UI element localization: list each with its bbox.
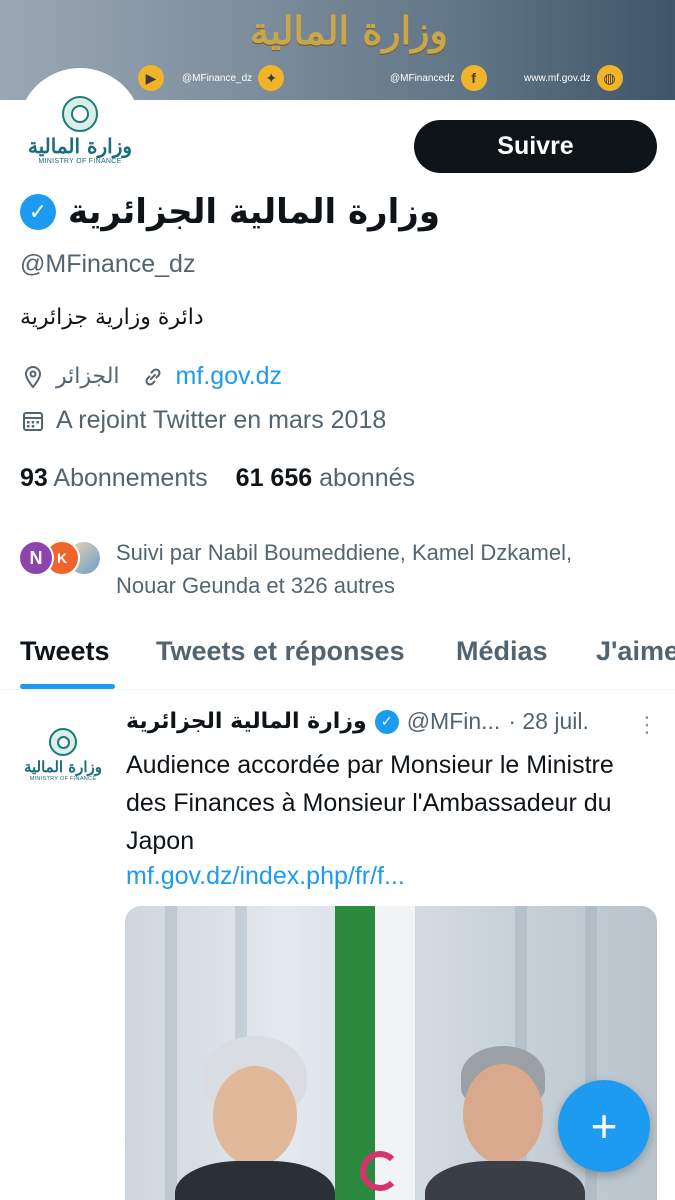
tab-tweets-replies[interactable]: Tweets et réponses <box>156 636 405 667</box>
profile-tabs: Tweets Tweets et réponses Médias J'aime <box>0 620 675 690</box>
followers-label: abonnés <box>319 464 416 492</box>
profile-location: الجزائر <box>56 364 120 389</box>
following-count: 93 <box>20 464 48 492</box>
tweet-logo-english-text: MINISTRY OF FINANCE <box>29 776 97 782</box>
tweet-author-handle[interactable]: @MFin... <box>407 708 501 735</box>
profile-display-name: وزارة المالية الجزائرية <box>68 192 440 232</box>
more-options-icon[interactable]: ⋮ <box>636 712 658 738</box>
tweet-author-avatar[interactable]: وزارة المالية MINISTRY OF FINANCE <box>20 712 106 798</box>
logo-arabic-text: وزارة المالية <box>27 133 133 158</box>
banner-facebook-text: @MFinancedz <box>390 72 455 84</box>
followed-by-avatars: K N <box>18 536 102 578</box>
active-tab-indicator <box>20 684 115 689</box>
profile-joined-date: A rejoint Twitter en mars 2018 <box>56 406 387 434</box>
globe-icon: ◍ <box>596 65 623 91</box>
followed-by-line-2: Nouar Geunda et 326 autres <box>116 573 395 598</box>
emblem-icon <box>62 95 98 132</box>
photo-person-suit <box>175 1161 335 1200</box>
tab-media[interactable]: Médias <box>456 636 548 667</box>
following-stat[interactable]: 93 Abonnements <box>20 464 208 493</box>
profile-name-row: ✓ وزارة المالية الجزائرية <box>20 192 440 232</box>
link-icon <box>140 364 166 390</box>
followed-by-text: Suivi par Nabil Boumeddiene, Kamel Dzkam… <box>116 536 656 602</box>
profile-website-link[interactable]: mf.gov.dz <box>176 362 283 391</box>
photo-curtain <box>165 906 177 1200</box>
tweet-date[interactable]: · 28 juil. <box>508 708 589 735</box>
follow-button[interactable]: Suivre <box>414 120 657 173</box>
tweet-link[interactable]: mf.gov.dz/index.php/fr/f... <box>126 862 405 891</box>
facebook-icon: f <box>460 65 487 91</box>
tweet-header: وزارة المالية الجزائرية ✓ @MFin... · 28 … <box>126 708 589 735</box>
profile-meta-joined: A rejoint Twitter en mars 2018 <box>20 406 386 435</box>
location-pin-icon <box>20 364 46 390</box>
profile-stats: 93 Abonnements 61 656 abonnés <box>20 464 415 493</box>
profile-avatar[interactable]: وزارة المالية MINISTRY OF FINANCE <box>18 68 142 192</box>
banner-website-text: www.mf.gov.dz <box>524 72 591 84</box>
followers-stat[interactable]: 61 656 abonnés <box>236 464 415 493</box>
logo-english-text: MINISTRY OF FINANCE <box>38 157 122 165</box>
banner-facebook: @MFinancedz f <box>390 65 487 91</box>
banner-twitter-text: @MFinance_dz <box>182 72 253 84</box>
compose-tweet-button[interactable]: + <box>558 1080 650 1172</box>
tab-likes[interactable]: J'aime <box>596 636 675 667</box>
tweet-author-name[interactable]: وزارة المالية الجزائرية <box>126 709 367 734</box>
followed-by[interactable]: K N Suivi par Nabil Boumeddiene, Kamel D… <box>18 536 656 602</box>
following-label: Abonnements <box>53 464 208 492</box>
photo-person-suit <box>425 1161 585 1200</box>
banner-twitter: @MFinance_dz ✦ <box>182 65 285 91</box>
photo-person-face <box>213 1066 297 1166</box>
tweet-text: Audience accordée par Monsieur le Minist… <box>126 751 614 855</box>
verified-badge-icon: ✓ <box>20 194 56 230</box>
banner-website: www.mf.gov.dz ◍ <box>524 65 623 91</box>
banner-title: وزارة المالية <box>250 8 448 53</box>
profile-meta-location-website: الجزائر mf.gov.dz <box>20 362 282 391</box>
tab-tweets[interactable]: Tweets <box>20 636 110 667</box>
tweet-verified-badge-icon: ✓ <box>374 709 399 734</box>
followers-count: 61 656 <box>235 464 313 492</box>
calendar-icon <box>20 408 46 434</box>
profile-bio: دائرة وزارية جزائرية <box>20 305 204 330</box>
photo-flag-crescent <box>360 1151 400 1191</box>
profile-handle: @MFinance_dz <box>20 250 196 278</box>
youtube-icon: ▶ <box>138 65 164 91</box>
tweet-logo-arabic-text: وزارة المالية <box>23 758 103 776</box>
twitter-icon: ✦ <box>258 65 285 91</box>
banner-youtube: ▶ <box>138 65 164 91</box>
followed-by-line-1: Suivi par Nabil Boumeddiene, Kamel Dzkam… <box>116 540 573 565</box>
tweet-emblem-icon <box>49 728 77 756</box>
photo-person-face <box>463 1064 543 1164</box>
follower-avatar-1: N <box>18 540 54 576</box>
